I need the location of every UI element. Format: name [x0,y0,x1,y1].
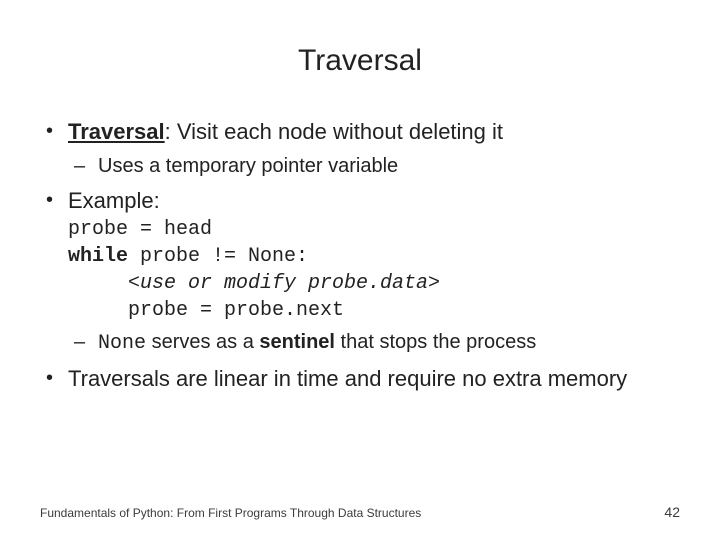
slide: Traversal Traversal: Visit each node wit… [0,0,720,540]
sub-list-2: None serves as a sentinel that stops the… [68,329,680,357]
code-line-4: probe = probe.next [68,298,680,323]
bullet-example-label: Example: [68,188,160,213]
bullet-list: Traversal: Visit each node without delet… [40,118,680,394]
code-line-3: <use or modify probe.data> [68,271,680,296]
bullet-linear: Traversals are linear in time and requir… [40,365,680,394]
bullet-traversal: Traversal: Visit each node without delet… [40,118,680,179]
code-while: while [68,245,128,268]
code-line-2: while probe != None: [68,244,680,269]
bullet-example: Example: probe = head while probe != Non… [40,187,680,358]
page-number: 42 [664,504,680,520]
footer-text: Fundamentals of Python: From First Progr… [40,506,680,520]
sentinel-bold: sentinel [259,331,335,353]
slide-title: Traversal [40,44,680,78]
sentinel-post: that stops the process [335,331,536,353]
code-line-1: probe = head [68,217,680,242]
bullet-traversal-text: : Visit each node without deleting it [165,119,503,144]
sub-bullet-sentinel: None serves as a sentinel that stops the… [68,329,680,357]
code-line-2-rest: probe != None: [128,245,308,268]
sentinel-pre: serves as a [146,331,259,353]
term-traversal: Traversal [68,119,165,144]
sub-list-1: Uses a temporary pointer variable [68,153,680,179]
sub-bullet-pointer: Uses a temporary pointer variable [68,153,680,179]
none-code: None [98,332,146,355]
